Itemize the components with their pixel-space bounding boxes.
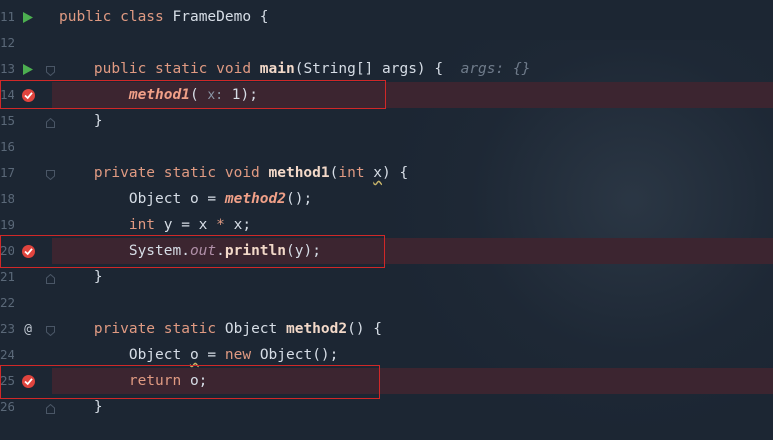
code-line[interactable]: 16 — [0, 134, 773, 160]
code-token: method2 — [285, 321, 348, 337]
code-token: method1 — [268, 165, 330, 181]
code-text: public static void main(String[] args) {… — [59, 56, 531, 82]
code-token: int — [128, 217, 164, 233]
line-number: 11 — [0, 9, 14, 24]
code-token: * — [216, 217, 225, 233]
code-token: } — [59, 269, 103, 285]
code-token: int — [338, 165, 374, 181]
code-line[interactable]: 13 public static void main(String[] args… — [0, 56, 773, 82]
run-icon[interactable] — [20, 9, 36, 25]
code-token: } — [59, 399, 103, 415]
code-token: Object(); — [259, 347, 339, 363]
line-number: 12 — [0, 35, 14, 50]
code-text: private static void method1(int x) { — [59, 160, 408, 186]
code-token: Object — [59, 347, 190, 363]
fold-close-icon[interactable] — [46, 272, 55, 284]
fold-close-icon[interactable] — [46, 402, 55, 414]
code-token: y = x — [163, 217, 217, 233]
highlight-box-line-20 — [0, 235, 385, 268]
code-token: o — [189, 347, 199, 363]
line-number: 15 — [0, 113, 14, 128]
code-token: method2 — [224, 191, 286, 207]
code-line[interactable]: 22 — [0, 290, 773, 316]
code-line[interactable]: 18 Object o = method2(); — [0, 186, 773, 212]
highlight-box-line-25 — [0, 365, 380, 399]
code-token: new — [224, 347, 260, 363]
fold-open-icon[interactable] — [46, 324, 55, 337]
code-token: x — [373, 165, 383, 181]
code-token: x; — [224, 217, 252, 233]
code-text: public class FrameDemo { — [59, 4, 269, 30]
line-number: 17 — [0, 165, 14, 180]
code-token: () { — [347, 321, 383, 337]
fold-close-icon[interactable] — [46, 116, 55, 128]
code-token: private static void — [59, 165, 269, 181]
code-token: (String[] args) { — [294, 61, 461, 77]
line-number: 13 — [0, 61, 14, 76]
code-line[interactable]: 12 — [0, 30, 773, 56]
code-token: (); — [285, 191, 313, 207]
code-token: = — [198, 347, 225, 363]
highlight-box-line-14 — [0, 80, 386, 109]
code-token: Object — [224, 321, 286, 337]
code-token: private static — [59, 321, 225, 337]
code-token: } — [59, 113, 103, 129]
fold-open-icon[interactable] — [46, 64, 55, 77]
line-number: 18 — [0, 191, 14, 206]
code-token: args: {} — [460, 61, 531, 77]
override-icon[interactable]: @ — [20, 321, 36, 337]
code-line[interactable]: 15 } — [0, 108, 773, 134]
code-token: public class — [59, 9, 173, 25]
line-number: 22 — [0, 295, 14, 310]
code-line[interactable]: 11 public class FrameDemo { — [0, 4, 773, 30]
code-text: } — [59, 108, 103, 134]
code-token: public static void — [59, 61, 260, 77]
line-number: 23 — [0, 321, 14, 336]
code-token: main — [259, 61, 295, 77]
code-token: ) { — [382, 165, 409, 181]
run-icon[interactable] — [20, 61, 36, 77]
code-text: Object o = method2(); — [59, 186, 312, 212]
code-token: Object o = — [59, 191, 225, 207]
fold-open-icon[interactable] — [46, 168, 55, 181]
code-line[interactable]: 17 private static void method1(int x) { — [0, 160, 773, 186]
line-number: 16 — [0, 139, 14, 154]
code-text: private static Object method2() { — [59, 316, 382, 342]
code-line[interactable]: 23 @ private static Object method2() { — [0, 316, 773, 342]
code-token: FrameDemo { — [172, 9, 269, 25]
